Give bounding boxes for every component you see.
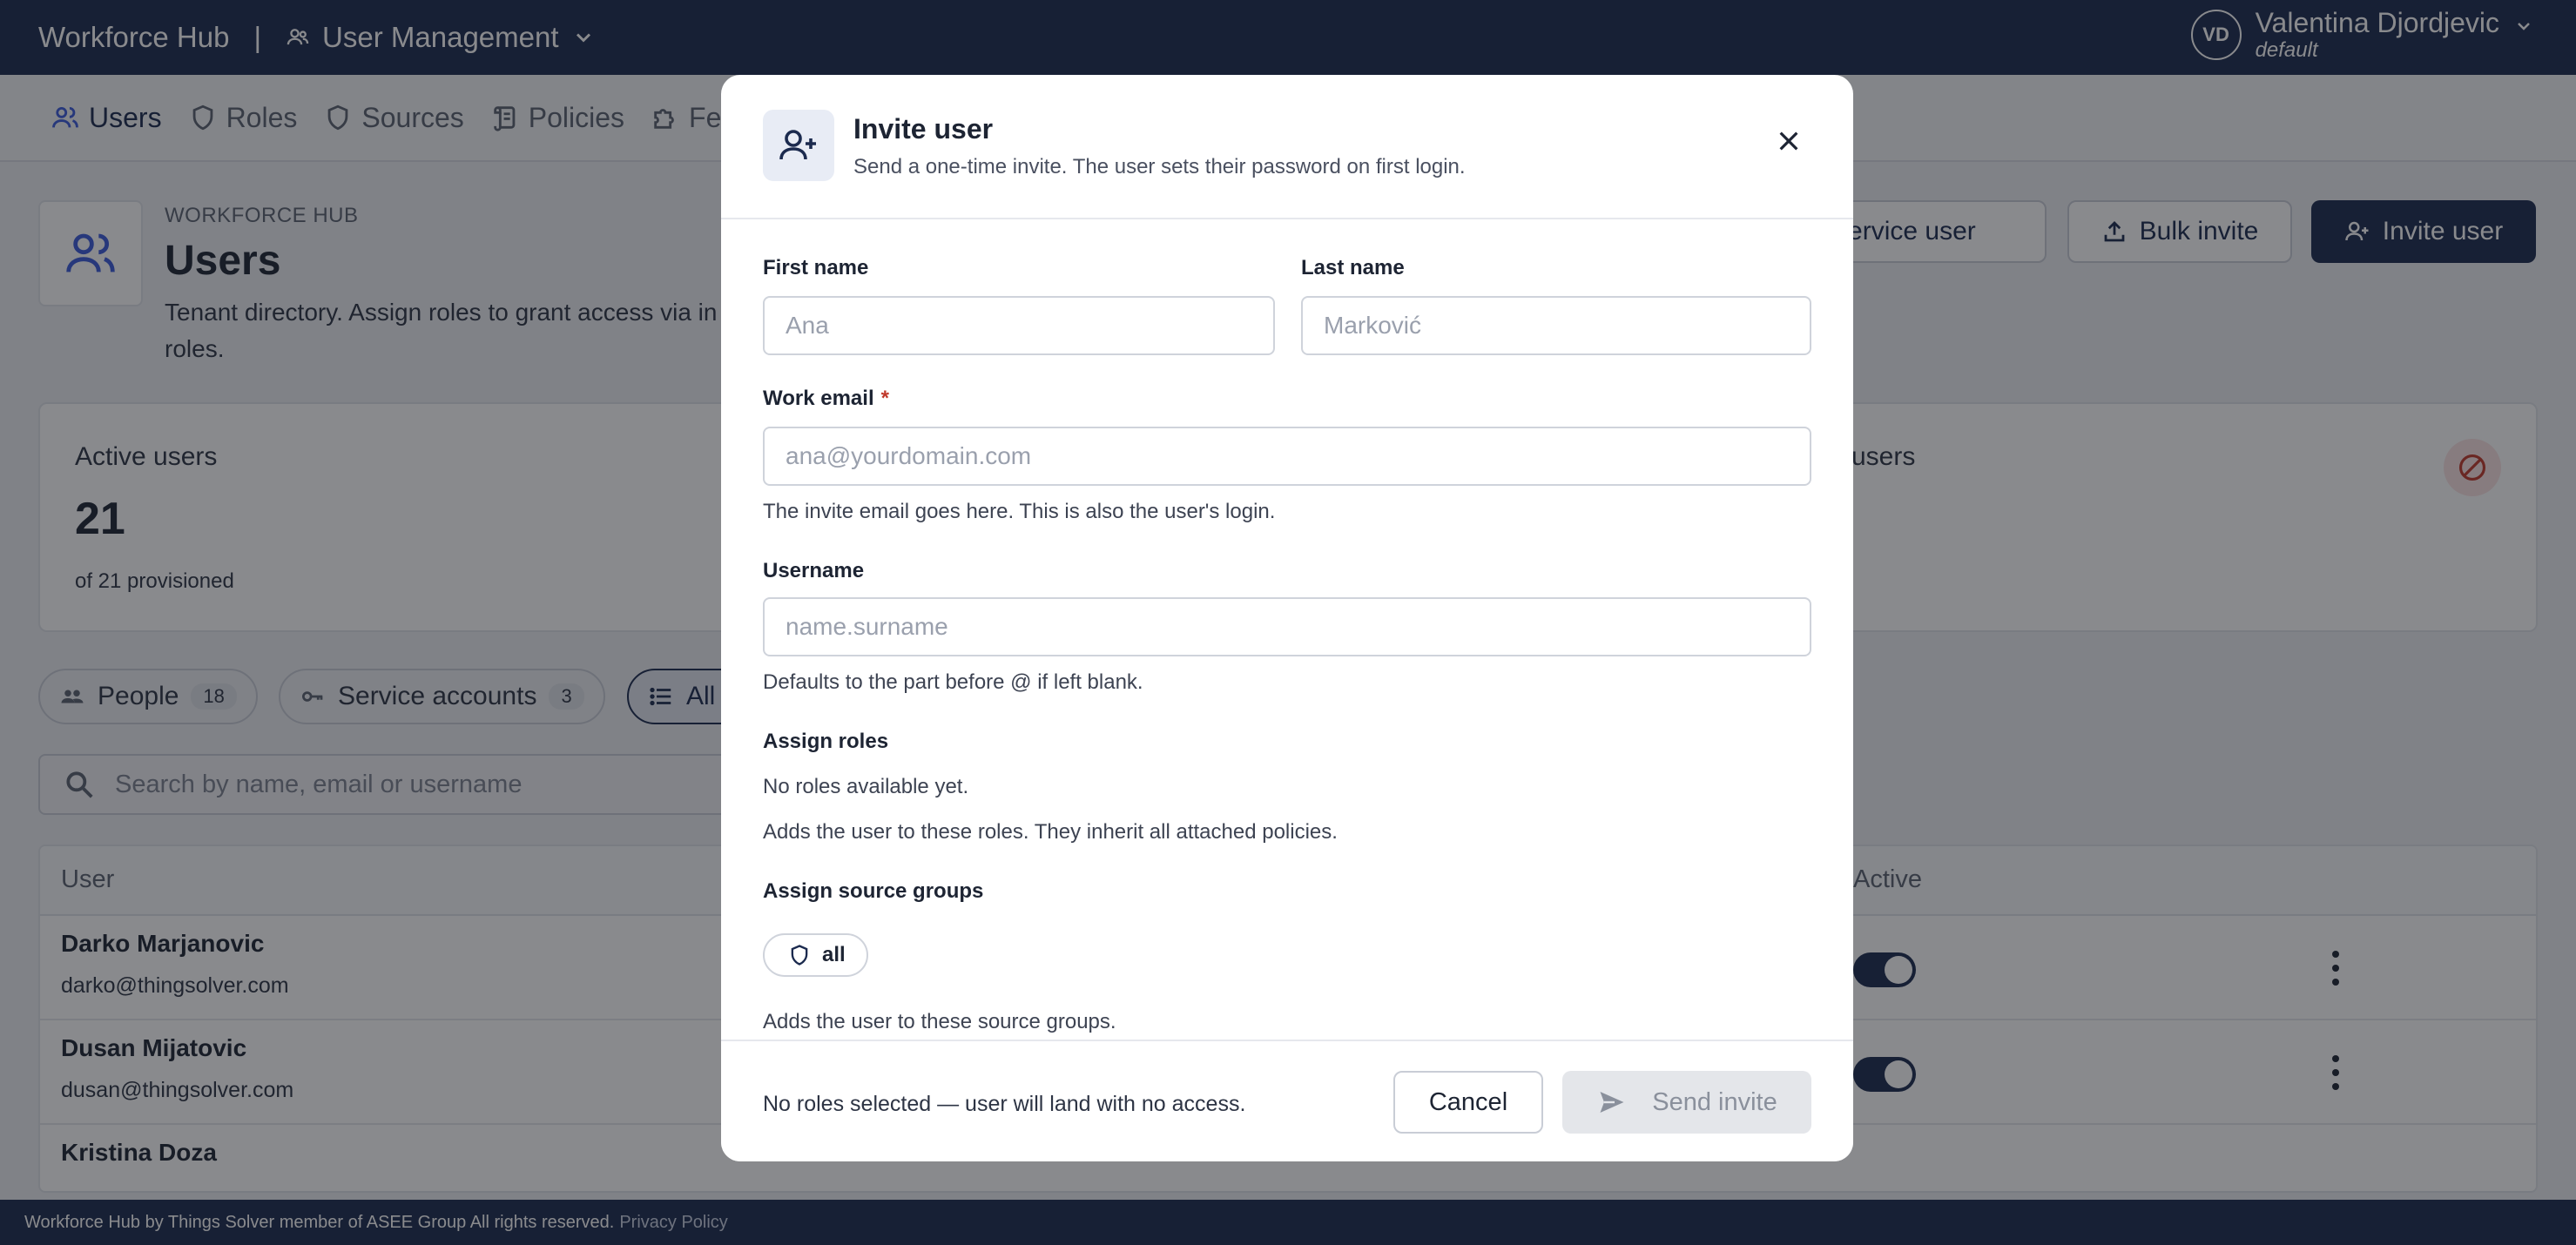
work-email-label: Work email * [763,387,889,411]
no-access-warning: No roles selected — user will land with … [763,1092,1246,1116]
first-name-field[interactable] [763,296,1275,355]
close-icon [1779,131,1798,151]
username-help: Defaults to the part before @ if left bl… [763,670,1143,694]
user-plus-icon [779,130,816,160]
send-icon [1600,1092,1624,1113]
dialog-header: Invite user Send a one-time invite. The … [721,75,1853,219]
roles-help: Adds the user to these roles. They inher… [763,820,1338,844]
username-label: Username [763,559,865,582]
button-label: Send invite [1652,1087,1777,1116]
shield-icon [791,945,808,966]
first-name-label: First name [763,256,869,279]
dialog-subtitle: Send a one-time invite. The user sets th… [853,155,1466,178]
source-groups-help: Adds the user to these source groups. [763,1010,1116,1033]
work-email-help: The invite email goes here. This is also… [763,500,1276,523]
close-button[interactable] [1768,120,1810,162]
dialog-title: Invite user [853,113,994,145]
invite-user-dialog: Invite user Send a one-time invite. The … [721,75,1853,1161]
last-name-label: Last name [1301,256,1405,279]
cancel-button[interactable]: Cancel [1393,1071,1543,1134]
last-name-field[interactable] [1301,296,1811,355]
dialog-icon [763,110,834,181]
username-field[interactable] [763,597,1811,656]
chip-label: all [822,943,846,966]
work-email-field[interactable] [763,427,1811,486]
work-email-label-text: Work email [763,387,874,410]
dialog-footer: No roles selected — user will land with … [721,1040,1853,1161]
assign-roles-label: Assign roles [763,730,889,753]
source-group-chip-all[interactable]: all [763,933,868,977]
required-mark: * [880,387,889,410]
send-invite-button[interactable]: Send invite [1562,1071,1811,1134]
roles-empty-text: No roles available yet. [763,775,969,798]
assign-source-groups-label: Assign source groups [763,879,984,903]
